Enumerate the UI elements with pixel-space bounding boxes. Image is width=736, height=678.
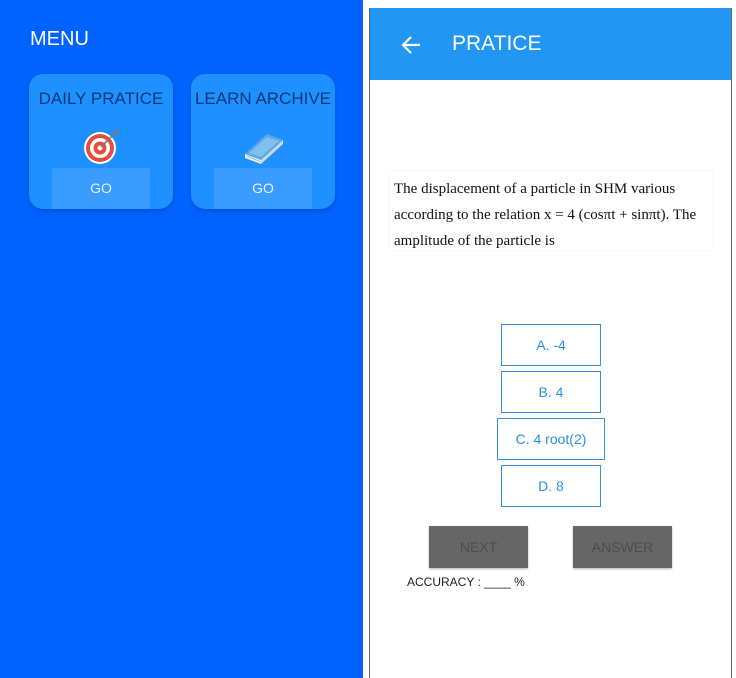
back-arrow-icon[interactable]	[400, 33, 424, 57]
learn-archive-card[interactable]: LEARN ARCHIVE GO	[191, 74, 335, 209]
menu-screen: MENU DAILY PRATICE GO LEARN ARCHIVE GO	[0, 0, 363, 678]
answer-button[interactable]: ANSWER	[573, 526, 672, 568]
option-a-button[interactable]: A. -4	[501, 324, 601, 366]
target-icon	[79, 126, 123, 166]
question-text: The displacement of a particle in SHM va…	[394, 181, 697, 249]
question-box: The displacement of a particle in SHM va…	[390, 171, 712, 250]
daily-practice-card[interactable]: DAILY PRATICE GO	[29, 74, 173, 209]
next-button[interactable]: NEXT	[429, 526, 528, 568]
daily-practice-go-button[interactable]: GO	[52, 168, 150, 209]
card-title: DAILY PRATICE	[38, 89, 164, 108]
accuracy-label: ACCURACY : ____ %	[407, 575, 525, 589]
learn-archive-go-button[interactable]: GO	[214, 168, 312, 209]
option-b-button[interactable]: B. 4	[501, 371, 601, 413]
option-c-button[interactable]: C. 4 root(2)	[497, 418, 605, 460]
book-icon	[241, 126, 285, 166]
option-d-button[interactable]: D. 8	[501, 465, 601, 507]
app-bar: PRATICE	[370, 8, 731, 80]
card-title: LEARN ARCHIVE	[194, 89, 332, 108]
practice-screen: PRATICE The displacement of a particle i…	[369, 8, 732, 678]
menu-title: MENU	[30, 28, 89, 50]
page-title: PRATICE	[452, 32, 542, 55]
